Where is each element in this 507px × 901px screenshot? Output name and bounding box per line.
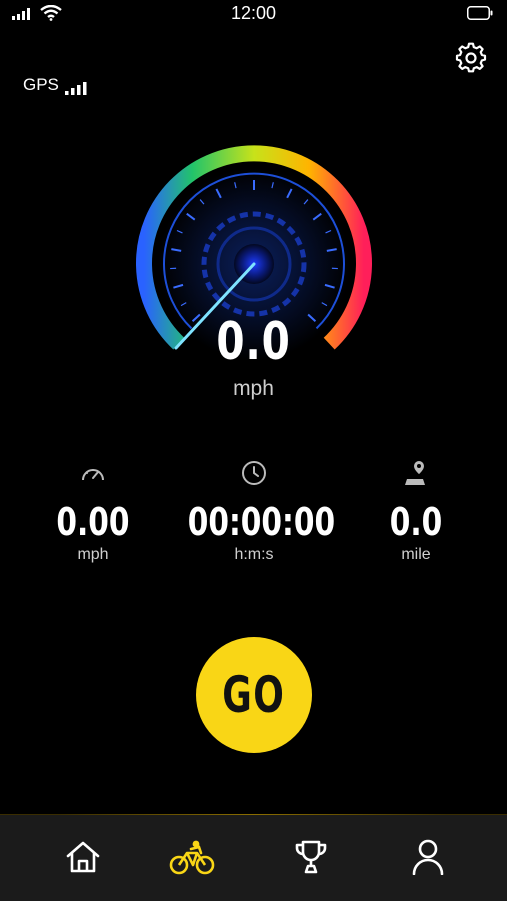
stat-label: h:m:s xyxy=(169,546,339,564)
tab-bar xyxy=(0,814,507,901)
home-icon xyxy=(65,840,101,874)
clock-icon xyxy=(241,460,267,486)
stat-label: mph xyxy=(8,546,178,564)
tab-profile[interactable] xyxy=(398,835,458,879)
status-time: 12:00 xyxy=(0,3,507,24)
tab-home[interactable] xyxy=(53,835,113,879)
location-pin-icon xyxy=(403,459,429,487)
stat-average-speed: 0.00 mph xyxy=(8,456,178,564)
go-button-label: GO xyxy=(222,666,285,724)
stat-value: 00:00:00 xyxy=(188,500,321,544)
gear-icon[interactable] xyxy=(455,42,487,74)
go-button[interactable]: GO xyxy=(196,637,312,753)
speedometer-icon xyxy=(80,463,106,483)
stat-value: 0.00 xyxy=(27,500,160,544)
profile-icon xyxy=(412,839,444,875)
current-speed-value: 0.0 xyxy=(56,312,451,372)
stat-distance: 0.0 mile xyxy=(331,456,501,564)
stat-label: mile xyxy=(331,546,501,564)
tab-ride[interactable] xyxy=(162,835,222,879)
gps-label: GPS xyxy=(23,75,59,95)
battery-icon xyxy=(467,6,493,20)
trophy-icon xyxy=(294,839,328,875)
tab-achievements[interactable] xyxy=(281,835,341,879)
stat-duration: 00:00:00 h:m:s xyxy=(169,456,339,564)
current-speed-unit: mph xyxy=(0,377,507,401)
bicycle-icon xyxy=(169,839,215,875)
gps-signal-icon xyxy=(65,82,89,95)
stat-value: 0.0 xyxy=(350,500,483,544)
status-bar: 12:00 xyxy=(0,0,507,28)
gps-indicator: GPS xyxy=(23,75,89,95)
